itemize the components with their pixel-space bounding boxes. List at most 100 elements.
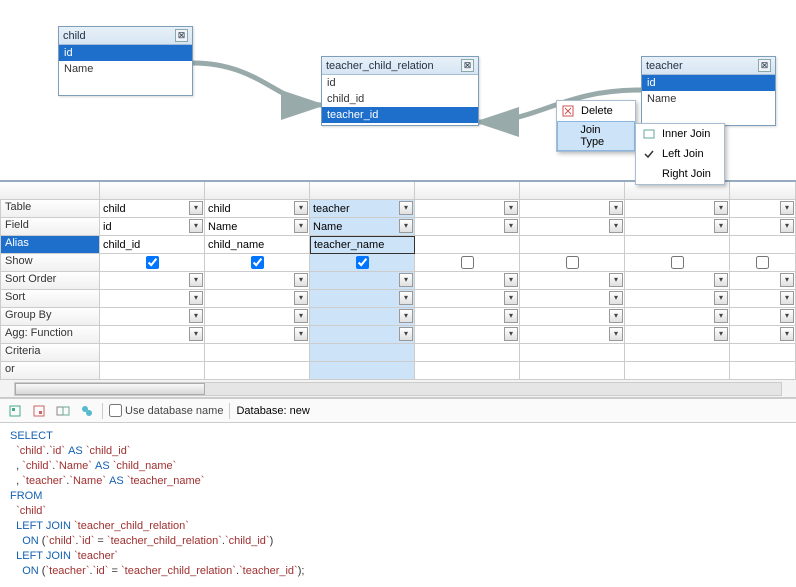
dropdown-icon[interactable]: ▾ (399, 219, 413, 233)
submenu-left-join[interactable]: Left Join (636, 144, 724, 164)
use-db-checkbox[interactable]: Use database name (109, 404, 223, 417)
dropdown-icon[interactable]: ▾ (294, 309, 308, 323)
cell-table-6[interactable]: ▾ (730, 200, 796, 218)
toolbar-btn-3[interactable] (54, 402, 72, 420)
show-checkbox[interactable] (671, 256, 684, 269)
cell-field-2[interactable]: Name▾ (310, 218, 415, 236)
submenu-right-join[interactable]: Right Join (636, 164, 724, 184)
dropdown-icon[interactable]: ▾ (609, 291, 623, 305)
cell-group-by-5[interactable]: ▾ (625, 308, 730, 326)
cell-or-0[interactable] (100, 362, 205, 380)
cell-table-2[interactable]: teacher▾ (310, 200, 415, 218)
dropdown-icon[interactable]: ▾ (189, 291, 203, 305)
dropdown-icon[interactable]: ▾ (714, 273, 728, 287)
cell-sort-0[interactable]: ▾ (100, 290, 205, 308)
cell-alias-2[interactable]: teacher_name (310, 236, 415, 254)
cell-agg-function-6[interactable]: ▾ (730, 326, 796, 344)
dropdown-icon[interactable]: ▾ (399, 309, 413, 323)
row-head-show[interactable]: Show (0, 254, 100, 272)
toolbar-btn-4[interactable] (78, 402, 96, 420)
cell-field-5[interactable]: ▾ (625, 218, 730, 236)
dropdown-icon[interactable]: ▾ (399, 327, 413, 341)
cell-field-3[interactable]: ▾ (415, 218, 520, 236)
dropdown-icon[interactable]: ▾ (780, 327, 794, 341)
cell-alias-5[interactable] (625, 236, 730, 254)
cell-show-6[interactable] (730, 254, 796, 272)
use-db-input[interactable] (109, 404, 122, 417)
field-teacher_id[interactable]: teacher_id (322, 107, 478, 123)
toolbar-btn-1[interactable] (6, 402, 24, 420)
field-id[interactable]: id (642, 75, 775, 91)
cell-sort-order-4[interactable]: ▾ (520, 272, 625, 290)
submenu-inner-join[interactable]: Inner Join (636, 124, 724, 144)
cell-alias-4[interactable] (520, 236, 625, 254)
cell-or-4[interactable] (520, 362, 625, 380)
join-type-submenu[interactable]: Inner Join Left Join Right Join (635, 123, 725, 185)
cell-agg-function-3[interactable]: ▾ (415, 326, 520, 344)
dropdown-icon[interactable]: ▾ (294, 201, 308, 215)
dropdown-icon[interactable]: ▾ (609, 327, 623, 341)
toolbar-btn-2[interactable] (30, 402, 48, 420)
dropdown-icon[interactable]: ▾ (780, 201, 794, 215)
cell-show-1[interactable] (205, 254, 310, 272)
dropdown-icon[interactable]: ▾ (399, 291, 413, 305)
cell-or-5[interactable] (625, 362, 730, 380)
cell-or-6[interactable] (730, 362, 796, 380)
dropdown-icon[interactable]: ▾ (714, 291, 728, 305)
table-child[interactable]: child⊠idName (58, 26, 193, 96)
cell-sort-order-1[interactable]: ▾ (205, 272, 310, 290)
dropdown-icon[interactable]: ▾ (294, 291, 308, 305)
cell-criteria-3[interactable] (415, 344, 520, 362)
show-checkbox[interactable] (566, 256, 579, 269)
cell-or-2[interactable] (310, 362, 415, 380)
show-checkbox[interactable] (146, 256, 159, 269)
dropdown-icon[interactable]: ▾ (504, 219, 518, 233)
field-id[interactable]: id (59, 45, 192, 61)
cell-show-4[interactable] (520, 254, 625, 272)
row-head-or[interactable]: or (0, 362, 100, 380)
dropdown-icon[interactable]: ▾ (504, 309, 518, 323)
context-menu[interactable]: Delete Join Type Inner Join Left Join Ri… (556, 100, 636, 152)
cell-sort-4[interactable]: ▾ (520, 290, 625, 308)
row-head-field[interactable]: Field (0, 218, 100, 236)
dropdown-icon[interactable]: ▾ (714, 201, 728, 215)
row-head-agg-function[interactable]: Agg: Function (0, 326, 100, 344)
cell-alias-0[interactable]: child_id (100, 236, 205, 254)
scrollbar-thumb[interactable] (15, 383, 205, 395)
cell-table-1[interactable]: child▾ (205, 200, 310, 218)
cell-sort-order-0[interactable]: ▾ (100, 272, 205, 290)
dropdown-icon[interactable]: ▾ (189, 309, 203, 323)
cell-agg-function-1[interactable]: ▾ (205, 326, 310, 344)
cell-criteria-4[interactable] (520, 344, 625, 362)
row-head-table[interactable]: Table (0, 200, 100, 218)
cell-field-1[interactable]: Name▾ (205, 218, 310, 236)
dropdown-icon[interactable]: ▾ (504, 201, 518, 215)
dropdown-icon[interactable]: ▾ (399, 273, 413, 287)
dropdown-icon[interactable]: ▾ (780, 219, 794, 233)
close-icon[interactable]: ⊠ (461, 59, 474, 72)
row-head-alias[interactable]: Alias (0, 236, 100, 254)
cell-criteria-0[interactable] (100, 344, 205, 362)
cell-alias-3[interactable] (415, 236, 520, 254)
grid-scrollbar[interactable] (0, 380, 796, 398)
cell-sort-order-6[interactable]: ▾ (730, 272, 796, 290)
cell-criteria-5[interactable] (625, 344, 730, 362)
dropdown-icon[interactable]: ▾ (609, 309, 623, 323)
cell-sort-order-3[interactable]: ▾ (415, 272, 520, 290)
cell-agg-function-2[interactable]: ▾ (310, 326, 415, 344)
cell-sort-1[interactable]: ▾ (205, 290, 310, 308)
field-Name[interactable]: Name (642, 91, 775, 107)
cell-agg-function-0[interactable]: ▾ (100, 326, 205, 344)
row-head-sort-order[interactable]: Sort Order (0, 272, 100, 290)
show-checkbox[interactable] (756, 256, 769, 269)
cell-table-3[interactable]: ▾ (415, 200, 520, 218)
dropdown-icon[interactable]: ▾ (189, 327, 203, 341)
table-teacher_child_relation[interactable]: teacher_child_relation⊠idchild_idteacher… (321, 56, 479, 126)
cell-group-by-4[interactable]: ▾ (520, 308, 625, 326)
cell-agg-function-4[interactable]: ▾ (520, 326, 625, 344)
cell-group-by-0[interactable]: ▾ (100, 308, 205, 326)
dropdown-icon[interactable]: ▾ (189, 273, 203, 287)
dropdown-icon[interactable]: ▾ (294, 327, 308, 341)
row-head-sort[interactable]: Sort (0, 290, 100, 308)
dropdown-icon[interactable]: ▾ (609, 273, 623, 287)
